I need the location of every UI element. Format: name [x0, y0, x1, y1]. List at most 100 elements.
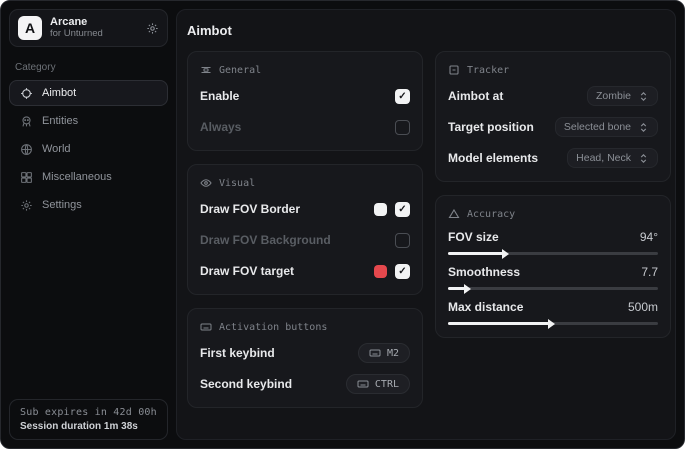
setting-row-always: Always	[200, 116, 410, 138]
select-value: Selected bone	[564, 121, 631, 133]
slider-thumb[interactable]	[502, 249, 509, 259]
section-header: Activation buttons	[219, 322, 327, 333]
subscription-card: Sub expires in 42d 00h Session duration …	[9, 399, 168, 440]
sidebar-item-label: Aimbot	[42, 87, 76, 99]
setting-row-model-elements: Model elements Head, Neck	[448, 147, 658, 169]
select-value: Head, Neck	[576, 152, 631, 164]
right-column: Tracker Aimbot at Zombie Target position	[435, 51, 671, 338]
sidebar-item-miscellaneous[interactable]: Miscellaneous	[9, 164, 168, 190]
slider-row-fov-size: FOV size 94°	[448, 230, 658, 255]
smoothness-slider[interactable]	[448, 287, 658, 290]
setting-label: Target position	[448, 120, 534, 134]
left-column: General Enable ✓ Always	[187, 51, 423, 408]
second-keybind-button[interactable]: CTRL	[346, 374, 410, 394]
keybind-value: M2	[387, 348, 399, 359]
globe-icon	[20, 143, 33, 156]
slider-label: FOV size	[448, 230, 499, 244]
slider-row-smoothness: Smoothness 7.7	[448, 265, 658, 290]
keybind-value: CTRL	[375, 379, 399, 390]
sidebar-item-entities[interactable]: Entities	[9, 108, 168, 134]
target-position-select[interactable]: Selected bone	[555, 117, 658, 137]
section-header: General	[219, 65, 261, 76]
always-checkbox[interactable]	[395, 120, 410, 135]
setting-row-aimbot-at: Aimbot at Zombie	[448, 85, 658, 107]
setting-label: Always	[200, 120, 241, 134]
max-distance-slider[interactable]	[448, 322, 658, 325]
model-elements-select[interactable]: Head, Neck	[567, 148, 658, 168]
slider-thumb[interactable]	[464, 284, 471, 294]
section-header: Tracker	[467, 65, 509, 76]
eye-icon	[200, 177, 212, 189]
category-label: Category	[15, 62, 162, 73]
app-window: A Arcane for Unturned Category Aimbot	[0, 0, 685, 449]
setting-label: Draw FOV Border	[200, 202, 300, 216]
general-card: General Enable ✓ Always	[187, 51, 423, 151]
fov-target-checkbox[interactable]: ✓	[395, 264, 410, 279]
gear-icon	[20, 199, 33, 212]
sidebar-item-label: World	[42, 143, 71, 155]
setting-label: Aimbot at	[448, 89, 503, 103]
fov-size-slider[interactable]	[448, 252, 658, 255]
sidebar-nav: Aimbot Entities World Mis	[9, 80, 168, 218]
slider-value: 500m	[628, 300, 658, 314]
setting-label: Second keybind	[200, 377, 292, 391]
setting-row-second-keybind: Second keybind CTRL	[200, 373, 410, 395]
slider-label: Max distance	[448, 300, 523, 314]
setting-label: Enable	[200, 89, 239, 103]
setting-row-fov-background: Draw FOV Background	[200, 229, 410, 251]
crosshair-icon	[20, 87, 33, 100]
sliders-icon	[200, 64, 212, 76]
brand-card: A Arcane for Unturned	[9, 9, 168, 47]
grid-icon	[20, 171, 33, 184]
tracker-card: Tracker Aimbot at Zombie Target position	[435, 51, 671, 182]
enable-checkbox[interactable]: ✓	[395, 89, 410, 104]
aimbot-at-select[interactable]: Zombie	[587, 86, 658, 106]
sidebar: A Arcane for Unturned Category Aimbot	[1, 1, 176, 448]
setting-row-enable: Enable ✓	[200, 85, 410, 107]
activation-card: Activation buttons First keybind M2 Seco…	[187, 308, 423, 408]
setting-row-fov-border: Draw FOV Border ✓	[200, 198, 410, 220]
sidebar-item-label: Settings	[42, 199, 82, 211]
gear-icon[interactable]	[146, 22, 159, 35]
first-keybind-button[interactable]: M2	[358, 343, 410, 363]
slider-value: 7.7	[641, 265, 658, 279]
visual-card: Visual Draw FOV Border ✓ Draw FOV Backgr…	[187, 164, 423, 295]
app-logo: A	[18, 16, 42, 40]
section-header: Visual	[219, 178, 255, 189]
slider-row-max-distance: Max distance 500m	[448, 300, 658, 325]
slider-thumb[interactable]	[548, 319, 555, 329]
sidebar-item-label: Entities	[42, 115, 78, 127]
setting-label: Draw FOV target	[200, 264, 294, 278]
color-swatch-red[interactable]	[374, 265, 387, 278]
sidebar-item-settings[interactable]: Settings	[9, 192, 168, 218]
app-subtitle: for Unturned	[50, 29, 138, 40]
session-duration-text: Session duration 1m 38s	[20, 421, 157, 432]
sidebar-item-label: Miscellaneous	[42, 171, 112, 183]
chevron-up-down-icon	[638, 91, 649, 102]
keyboard-icon	[357, 378, 369, 390]
keyboard-icon	[369, 347, 381, 359]
app-name: Arcane	[50, 16, 138, 29]
setting-row-first-keybind: First keybind M2	[200, 342, 410, 364]
chevron-up-down-icon	[638, 153, 649, 164]
setting-row-fov-target: Draw FOV target ✓	[200, 260, 410, 282]
triangle-icon	[448, 208, 460, 220]
slider-value: 94°	[640, 230, 658, 244]
section-header: Accuracy	[467, 209, 515, 220]
sidebar-item-aimbot[interactable]: Aimbot	[9, 80, 168, 106]
keyboard-icon	[200, 321, 212, 333]
select-value: Zombie	[596, 90, 631, 102]
setting-label: First keybind	[200, 346, 275, 360]
page-title: Aimbot	[187, 23, 671, 38]
chevron-up-down-icon	[638, 122, 649, 133]
accuracy-card: Accuracy FOV size 94° Smoothness	[435, 195, 671, 338]
setting-label: Draw FOV Background	[200, 233, 331, 247]
fov-border-checkbox[interactable]: ✓	[395, 202, 410, 217]
setting-row-target-position: Target position Selected bone	[448, 116, 658, 138]
slider-label: Smoothness	[448, 265, 520, 279]
entities-icon	[20, 115, 33, 128]
sub-expiry-text: Sub expires in 42d 00h	[20, 407, 157, 418]
sidebar-item-world[interactable]: World	[9, 136, 168, 162]
color-swatch-white[interactable]	[374, 203, 387, 216]
fov-background-checkbox[interactable]	[395, 233, 410, 248]
